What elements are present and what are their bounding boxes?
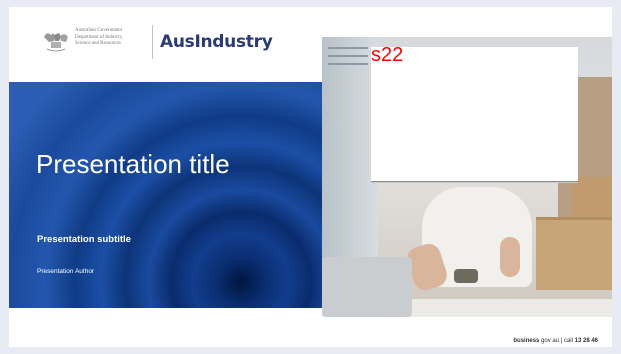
slide: Australian Government Department of Indu… bbox=[9, 7, 612, 347]
photo-laptop bbox=[322, 257, 412, 317]
presentation-author: Presentation Author bbox=[37, 268, 95, 275]
photo-blind bbox=[328, 63, 368, 65]
brand-logo: AusIndustry bbox=[160, 32, 273, 52]
photo-blind bbox=[328, 47, 368, 49]
redaction-box: s22 bbox=[371, 44, 578, 181]
footer-contact: business gov au | call 13 28 46 bbox=[513, 338, 598, 344]
presentation-title: Presentation title bbox=[36, 149, 230, 179]
photo-box bbox=[536, 217, 612, 290]
photo-arm bbox=[500, 237, 520, 277]
footer-call-prefix: call bbox=[563, 338, 575, 344]
presentation-subtitle: Presentation subtitle bbox=[37, 234, 131, 245]
logo-divider bbox=[152, 25, 153, 59]
redaction-label: s22 bbox=[371, 44, 404, 66]
photo-blind bbox=[328, 55, 368, 57]
government-wordmark: Australian Government Department of Indu… bbox=[75, 28, 153, 48]
footer-phone: 13 28 46 bbox=[574, 338, 598, 344]
photo-tape-roll bbox=[454, 269, 478, 283]
photo-box bbox=[572, 177, 612, 219]
footer-site-bold: business bbox=[513, 338, 540, 344]
gov-line-3: Science and Resources bbox=[75, 41, 121, 46]
footer-site-rest: gov au bbox=[539, 338, 560, 344]
coat-of-arms-icon bbox=[44, 33, 68, 52]
